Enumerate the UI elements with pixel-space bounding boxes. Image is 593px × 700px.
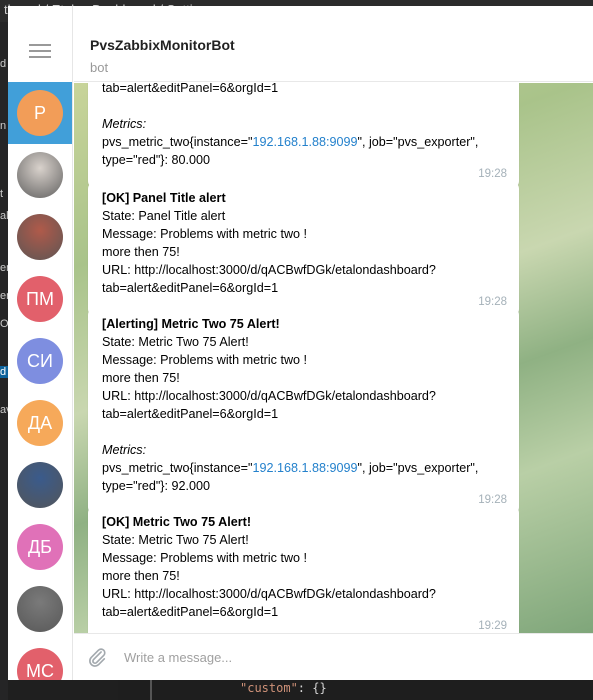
photo-person-sunglasses	[17, 214, 63, 260]
code-key: "custom"	[240, 681, 298, 695]
chat-list-item[interactable]: СИ	[8, 330, 72, 392]
background-explorer-text: n	[0, 120, 7, 132]
telegram-window: P ПМ СИ ДА ДБ МС PvsZabbixMonitorBot bot tab=…	[8, 6, 593, 680]
avatar: ДА	[17, 400, 63, 446]
background-explorer-text: O	[0, 318, 8, 330]
message-line: Message: Problems with metric two !	[102, 227, 308, 241]
message-line: tab=alert&editPanel=6&orgId=1	[102, 407, 279, 421]
background-explorer-edge: d n t al er er Od av	[0, 22, 8, 700]
message-time: 19:29	[478, 620, 507, 632]
message-line: more then 75!	[102, 569, 180, 583]
message-line: State: Panel Title alert	[102, 209, 226, 223]
chat-list-item[interactable]	[8, 578, 72, 640]
metric-prefix: pvs_metric_two{instance="	[102, 461, 253, 475]
message-line: State: Metric Two 75 Alert!	[102, 533, 249, 547]
message-bubble[interactable]: [Alerting] Metric Two 75 Alert! State: Me…	[88, 307, 519, 515]
avatar: ПМ	[17, 276, 63, 322]
message-line: State: Metric Two 75 Alert!	[102, 335, 249, 349]
message-line: type="red"}: 80.000	[102, 153, 211, 167]
photo-hands	[17, 152, 63, 198]
instance-link[interactable]: 192.168.1.88:9099	[252, 461, 357, 475]
message-heading: [OK] Metric Two 75 Alert!	[102, 515, 252, 529]
code-punct: : {}	[297, 681, 327, 695]
message-bubble[interactable]: tab=alert&editPanel=6&orgId=1 Metrics: pvs…	[88, 83, 519, 189]
message-line: type="red"}: 92.000	[102, 479, 211, 493]
chat-subtitle: bot	[90, 60, 109, 75]
message-heading: [Alerting] Metric Two 75 Alert!	[102, 317, 280, 331]
message-history[interactable]: tab=alert&editPanel=6&orgId=1 Metrics: pvs…	[74, 83, 593, 633]
background-explorer-text: d	[0, 366, 8, 378]
chat-list-item[interactable]: ДБ	[8, 516, 72, 578]
message-input[interactable]	[124, 646, 564, 668]
chat-list-sidebar: P ПМ СИ ДА ДБ МС	[8, 6, 73, 680]
message-line: more then 75!	[102, 371, 180, 385]
background-explorer-text: er	[0, 262, 8, 274]
avatar: P	[17, 90, 63, 136]
message-line: URL: http://localhost:3000/d/qACBwfDGk/e…	[102, 263, 436, 277]
message-line: Metrics:	[102, 117, 147, 131]
chat-list-item[interactable]: ДА	[8, 392, 72, 454]
message-heading: [OK] Panel Title alert	[102, 191, 226, 205]
hamburger-menu-icon[interactable]	[29, 44, 51, 60]
metric-suffix: ", job="pvs_exporter",	[357, 461, 479, 475]
message-bubble[interactable]: [OK] Panel Title alert State: Panel Title…	[88, 181, 519, 317]
message-line: Metrics:	[102, 443, 147, 457]
message-bubble[interactable]: [OK] Metric Two 75 Alert! State: Metric T…	[88, 505, 519, 633]
metric-line: pvs_metric_two{instance="192.168.1.88:90…	[102, 133, 507, 151]
message-line: more then 75!	[102, 245, 180, 259]
background-explorer-text: d	[0, 58, 7, 70]
chat-title: PvsZabbixMonitorBot	[90, 37, 235, 53]
message-line: Message: Problems with metric two !	[102, 551, 308, 565]
paperclip-attach-icon[interactable]	[86, 646, 108, 668]
chat-list-item[interactable]	[8, 144, 72, 206]
metric-suffix: ", job="pvs_exporter",	[357, 135, 479, 149]
message-line: URL: http://localhost:3000/d/qACBwfDGk/e…	[102, 389, 436, 403]
chat-list-item[interactable]: МС	[8, 640, 72, 680]
photo-grey-room	[17, 586, 63, 632]
message-line: Message: Problems with metric two !	[102, 353, 308, 367]
chat-list-item[interactable]: ПМ	[8, 268, 72, 330]
chat-header[interactable]: PvsZabbixMonitorBot bot	[74, 6, 593, 82]
avatar: МС	[17, 648, 63, 680]
composer-bar	[74, 633, 593, 680]
metric-prefix: pvs_metric_two{instance="	[102, 135, 253, 149]
instance-link[interactable]: 192.168.1.88:9099	[252, 135, 357, 149]
avatar: ДБ	[17, 524, 63, 570]
background-explorer-text: av	[0, 404, 8, 416]
message-line: tab=alert&editPanel=6&orgId=1	[102, 605, 279, 619]
chat-list-item[interactable]	[8, 206, 72, 268]
avatar: СИ	[17, 338, 63, 384]
message-line: URL: http://localhost:3000/d/qACBwfDGk/e…	[102, 587, 436, 601]
message-line: tab=alert&editPanel=6&orgId=1	[102, 281, 279, 295]
chat-list-item[interactable]	[8, 454, 72, 516]
background-explorer-text: al	[0, 210, 8, 222]
background-explorer-text: er	[0, 290, 8, 302]
background-code-line: "custom": {}	[150, 680, 350, 700]
chat-list-item[interactable]: P	[8, 82, 72, 144]
message-line: tab=alert&editPanel=6&orgId=1	[102, 83, 279, 95]
background-explorer-text: t	[0, 188, 4, 200]
photo-person-suit	[17, 462, 63, 508]
metric-line: pvs_metric_two{instance="192.168.1.88:90…	[102, 459, 507, 477]
